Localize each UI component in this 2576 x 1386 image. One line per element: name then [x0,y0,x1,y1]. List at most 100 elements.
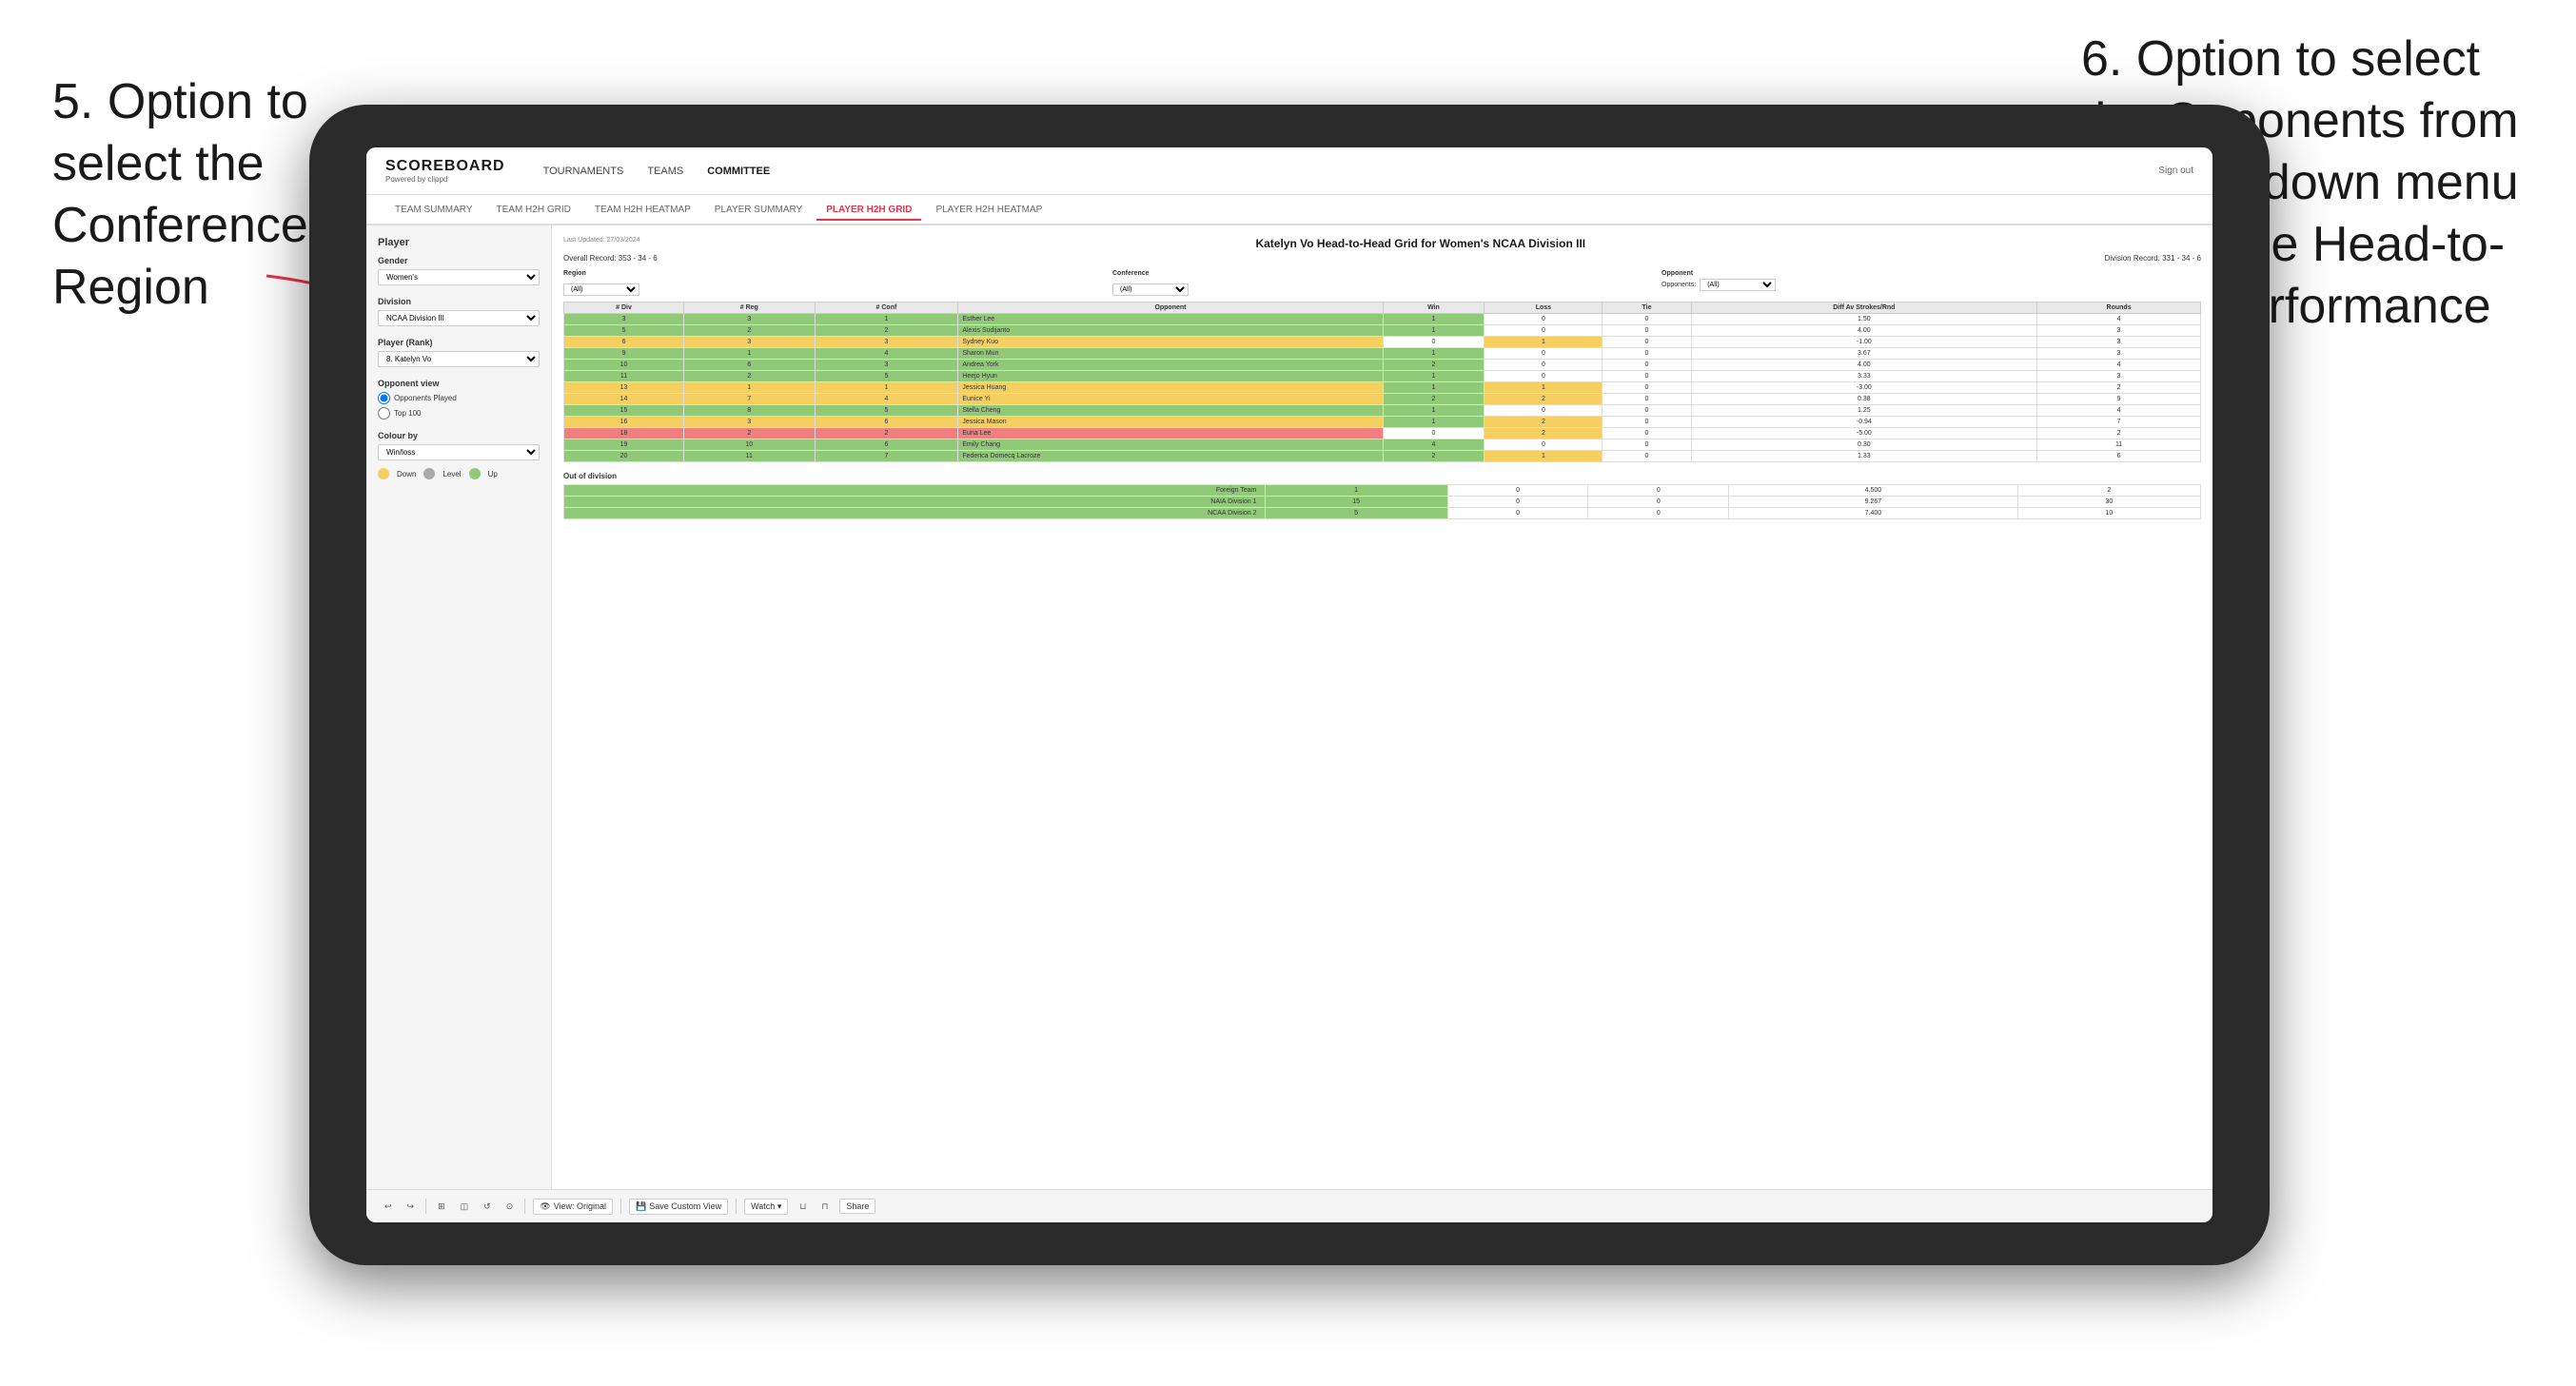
table-cell: 4 [2037,360,2201,371]
color-up-label: Up [488,470,498,478]
subnav-team-h2h-heatmap[interactable]: TEAM H2H HEATMAP [585,201,700,219]
table-cell: 0 [1485,371,1603,382]
watch-label: Watch ▾ [751,1201,781,1212]
table-cell: 2 [2037,428,2201,439]
radio-opponents-played-label: Opponents Played [394,394,457,402]
share-button[interactable]: Share [839,1199,875,1214]
table-cell: 1 [1383,417,1485,428]
toolbar-icon-5[interactable]: ⊔ [796,1200,810,1214]
opponent-select[interactable]: (All) [1700,279,1776,291]
table-cell: 3 [2037,337,2201,348]
table-cell: 0 [1603,314,1691,325]
out-table-cell: 0 [1447,485,1588,497]
out-table-cell: 5 [1265,508,1447,519]
view-original-label: View: Original [554,1201,606,1211]
toolbar-icon-2[interactable]: ◫ [457,1200,473,1214]
conference-filter-label: Conference [1112,270,1652,277]
toolbar-icon-1[interactable]: ⊞ [434,1200,449,1214]
subnav-player-h2h-heatmap[interactable]: PLAYER H2H HEATMAP [926,201,1052,219]
division-select[interactable]: NCAA Division III [378,310,540,326]
save-custom-button[interactable]: 💾 Save Custom View [629,1199,728,1215]
table-cell: 0 [1603,325,1691,337]
table-cell: 3 [684,314,815,325]
division-record: Division Record: 331 - 34 - 6 [2105,254,2201,263]
radio-opponents-played-input[interactable] [378,392,390,404]
nav-teams[interactable]: TEAMS [638,161,693,182]
undo-button[interactable]: ↩ [381,1200,396,1214]
out-table-cell: Foreign Team [564,485,1266,497]
table-cell: 20 [564,451,684,462]
table-cell: 0 [1603,382,1691,394]
subnav-team-summary[interactable]: TEAM SUMMARY [385,201,482,219]
toolbar-icon-6[interactable]: ⊓ [817,1200,832,1214]
player-rank-select[interactable]: 8. Katelyn Vo [378,351,540,367]
main-data-table: # Div # Reg # Conf Opponent Win Loss Tie… [563,302,2201,462]
col-opponent: Opponent [958,303,1383,314]
out-table-cell: 0 [1588,485,1729,497]
subnav-player-h2h-grid[interactable]: PLAYER H2H GRID [816,201,921,221]
table-row: 1125Heejo Hyun1003.333 [564,371,2201,382]
table-cell: 0 [1485,348,1603,360]
table-cell: 4.00 [1691,360,2037,371]
table-cell: 11 [684,451,815,462]
grid-title: Katelyn Vo Head-to-Head Grid for Women's… [1255,237,1585,250]
table-cell: -3.00 [1691,382,2037,394]
table-cell: 7 [815,451,958,462]
region-select[interactable]: (All) [563,283,639,296]
col-rounds: Rounds [2037,303,2201,314]
col-div: # Div [564,303,684,314]
col-tie: Tie [1603,303,1691,314]
out-table-cell: 7.400 [1729,508,2018,519]
out-table-cell: 9.267 [1729,497,2018,508]
table-cell: 11 [564,371,684,382]
redo-button[interactable]: ↪ [403,1200,419,1214]
table-cell: 2 [684,371,815,382]
nav-tournaments[interactable]: TOURNAMENTS [534,161,634,182]
main-nav: TOURNAMENTS TEAMS COMMITTEE [534,161,780,182]
nav-committee[interactable]: COMMITTEE [698,161,779,182]
out-table-cell: 10 [2017,508,2200,519]
watch-button[interactable]: Watch ▾ [744,1199,788,1215]
table-cell: 15 [564,405,684,417]
radio-top100-input[interactable] [378,407,390,420]
table-cell: 2 [684,325,815,337]
app-logo: SCOREBOARD [385,158,505,175]
toolbar-icon-4[interactable]: ⊙ [502,1200,518,1214]
view-icon: 👁 [540,1201,550,1212]
table-cell: 1 [815,382,958,394]
table-cell: Esther Lee [958,314,1383,325]
table-cell: 1 [1383,405,1485,417]
toolbar-icon-3[interactable]: ↺ [480,1200,495,1214]
subnav-player-summary[interactable]: PLAYER SUMMARY [705,201,812,219]
out-table-cell: 15 [1265,497,1447,508]
radio-top100-label: Top 100 [394,409,421,418]
radio-opponents-played[interactable]: Opponents Played [378,392,540,404]
subnav-team-h2h-grid[interactable]: TEAM H2H GRID [487,201,580,219]
out-table-row: Foreign Team1004.5002 [564,485,2201,497]
table-cell: 1.25 [1691,405,2037,417]
table-row: 1585Stella Cheng1001.254 [564,405,2201,417]
conference-select[interactable]: (All) [1112,283,1189,296]
table-cell: 2 [684,428,815,439]
table-cell: 8 [684,405,815,417]
sign-out-link[interactable]: Sign out [2158,166,2193,176]
save-icon: 💾 [636,1201,646,1212]
table-cell: 2 [1485,417,1603,428]
radio-top100[interactable]: Top 100 [378,407,540,420]
table-cell: 3 [2037,371,2201,382]
filters-row: Region (All) Conference (All) Opponent [563,270,2201,296]
table-cell: Jessica Huang [958,382,1383,394]
table-cell: 0.30 [1691,439,2037,451]
colour-by-select[interactable]: Win/loss [378,444,540,460]
view-original-button[interactable]: 👁 View: Original [533,1199,613,1215]
table-cell: 10 [564,360,684,371]
gender-select[interactable]: Women's [378,269,540,285]
table-cell: 6 [684,360,815,371]
table-cell: -5.00 [1691,428,2037,439]
table-cell: Alexis Sudijanto [958,325,1383,337]
table-cell: 2 [2037,382,2201,394]
tablet-screen: SCOREBOARD Powered by clippd TOURNAMENTS… [366,147,2212,1222]
division-label: Division [378,297,540,306]
out-of-division-label: Out of division [563,472,2201,480]
col-diff: Diff Av Strokes/Rnd [1691,303,2037,314]
